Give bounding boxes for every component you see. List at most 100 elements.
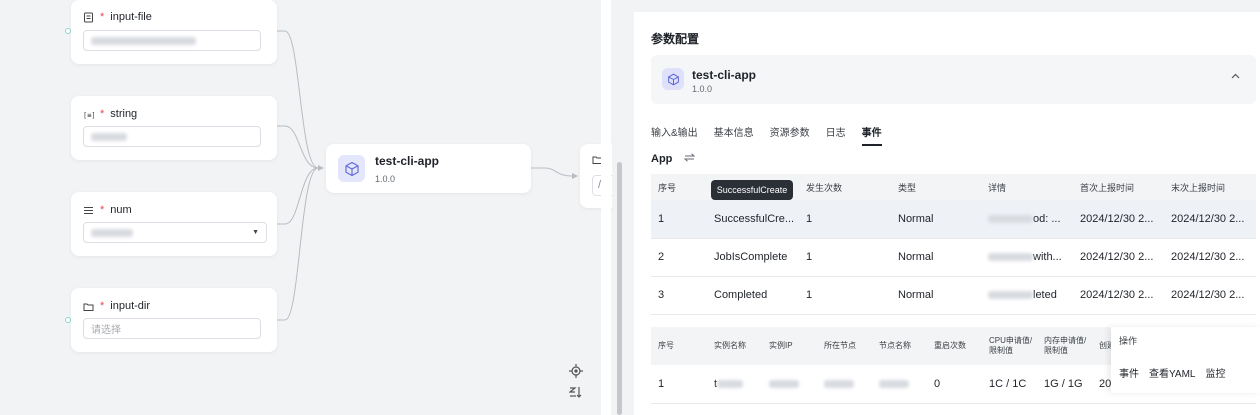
operations-column: 操作 事件 查看YAML 监控 <box>1111 327 1260 393</box>
col-header: 实例名称 <box>707 327 762 365</box>
tab-events[interactable]: 事件 <box>861 124 882 146</box>
cell-type: Normal <box>891 276 981 315</box>
cell-first-time: 2024/12/30 2... <box>1073 200 1164 239</box>
node-header: * num <box>83 203 132 217</box>
scrollbar[interactable] <box>617 162 622 415</box>
input-dir-field[interactable]: 请选择 <box>83 318 261 339</box>
num-select[interactable]: ▼ <box>83 222 267 243</box>
chevron-up-icon[interactable] <box>1231 71 1240 82</box>
ops-actions: 事件 查看YAML 监控 <box>1119 365 1226 380</box>
cell-memory: 1G / 1G <box>1037 365 1092 404</box>
tab-input-output[interactable]: 输入&输出 <box>651 124 698 146</box>
col-header: 首次上报时间 <box>1073 174 1164 200</box>
node-header: * input-dir <box>83 299 150 313</box>
cell-first-time: 2024/12/30 2... <box>1073 276 1164 315</box>
col-header: 内存申请值/限制值 <box>1037 327 1092 365</box>
col-header: 详情 <box>981 174 1073 200</box>
required-mark: * <box>100 108 105 120</box>
edge-arrow-output <box>572 173 578 179</box>
input-node-num[interactable]: * num ▼ <box>71 192 277 256</box>
cell-detail: with... <box>981 238 1073 277</box>
col-header: 发生次数 <box>799 174 891 200</box>
input-node-string[interactable]: [≡] * string <box>71 96 277 160</box>
table-row[interactable]: 3 Completed 1 Normal leted 2024/12/30 2.… <box>651 276 1256 315</box>
cell-detail: leted <box>981 276 1073 315</box>
edge-num <box>277 167 319 225</box>
cell-detail: od: ... <box>981 200 1073 239</box>
cell-last-time: 2024/12/30 2... <box>1164 276 1256 315</box>
edge-output <box>531 167 573 177</box>
folder-icon <box>83 301 94 312</box>
cell-reason: SuccessfulCre... <box>707 200 799 239</box>
required-mark: * <box>100 204 105 216</box>
cube-icon <box>662 68 684 90</box>
app-card-title: test-cli-app <box>692 68 757 82</box>
cell-last-time: 2024/12/30 2... <box>1164 200 1256 239</box>
node-header: [≡] * string <box>83 107 137 121</box>
col-header: 实例IP <box>762 327 817 365</box>
chevron-down-icon: ▼ <box>252 229 259 236</box>
ops-header: 操作 <box>1119 335 1138 346</box>
app-node-version: 1.0.0 <box>375 174 396 184</box>
section-title: App <box>651 153 696 165</box>
events-link[interactable]: 事件 <box>1119 365 1139 380</box>
split-divider[interactable] <box>601 0 611 415</box>
col-header: 末次上报时间 <box>1164 174 1256 200</box>
edge-arrow-app <box>318 165 324 171</box>
cell-no: 3 <box>651 276 707 315</box>
table-row[interactable]: 2 JobIsComplete 1 Normal with... 2024/12… <box>651 238 1256 277</box>
string-icon: [≡] <box>83 109 94 120</box>
list-icon <box>83 205 94 216</box>
tab-basic-info[interactable]: 基本信息 <box>714 124 754 146</box>
table-row[interactable]: 1 SuccessfulCre... 1 Normal od: ... 2024… <box>651 200 1256 239</box>
reason-tooltip: SuccessfulCreate <box>711 180 793 200</box>
node-label: input-dir <box>110 300 151 312</box>
cell-no: 1 <box>651 365 707 404</box>
tab-logs[interactable]: 日志 <box>826 124 846 146</box>
input-file-field[interactable] <box>83 30 261 51</box>
cell-type: Normal <box>891 238 981 277</box>
col-header: 重启次数 <box>927 327 982 365</box>
app-node[interactable]: test-cli-app 1.0.0 <box>326 144 531 193</box>
sort-layout-icon[interactable] <box>567 383 585 401</box>
cell-reason: Completed <box>707 276 799 315</box>
col-header: 节点名称 <box>872 327 927 365</box>
required-mark: * <box>100 11 105 23</box>
input-node-input-dir[interactable]: * input-dir 请选择 <box>71 288 277 352</box>
app-card[interactable]: test-cli-app 1.0.0 <box>651 55 1256 104</box>
port-handle[interactable] <box>65 28 71 34</box>
cell-count: 1 <box>799 238 891 277</box>
node-label: num <box>110 204 132 216</box>
string-field[interactable] <box>83 126 261 147</box>
cell-restarts: 0 <box>927 365 982 404</box>
view-yaml-link[interactable]: 查看YAML <box>1149 365 1196 380</box>
node-header: * input-file <box>83 10 152 24</box>
edge-input-file <box>277 30 319 169</box>
col-header: CPU申请值/限制值 <box>982 327 1037 365</box>
tab-resource-params[interactable]: 资源参数 <box>770 124 810 146</box>
file-icon <box>83 12 94 23</box>
col-header: 序号 <box>651 327 707 365</box>
input-node-input-file[interactable]: * input-file <box>71 0 277 64</box>
cell-instance-name: t <box>707 365 762 404</box>
panel-title: 参数配置 <box>651 32 700 46</box>
edge-input-dir <box>277 167 319 321</box>
app-node-title: test-cli-app <box>375 154 440 168</box>
tab-bar: 输入&输出 基本信息 资源参数 日志 事件 <box>651 124 882 146</box>
cell-node-name <box>872 365 927 404</box>
monitor-link[interactable]: 监控 <box>1206 365 1226 380</box>
col-header: 类型 <box>891 174 981 200</box>
col-header: 序号 <box>651 174 707 200</box>
port-handle[interactable] <box>65 317 71 323</box>
section-title-text: App <box>651 153 673 165</box>
cell-reason: JobIsComplete <box>707 238 799 277</box>
input-dir-placeholder: 请选择 <box>91 325 121 336</box>
cell-count: 1 <box>799 200 891 239</box>
cell-count: 1 <box>799 276 891 315</box>
workflow-canvas[interactable]: * input-file [≡] * string * num ▼ <box>0 0 612 415</box>
node-label: string <box>110 108 138 120</box>
crosshair-icon[interactable] <box>567 362 585 380</box>
cell-type: Normal <box>891 200 981 239</box>
swap-icon[interactable] <box>684 153 696 165</box>
cell-first-time: 2024/12/30 2... <box>1073 238 1164 277</box>
